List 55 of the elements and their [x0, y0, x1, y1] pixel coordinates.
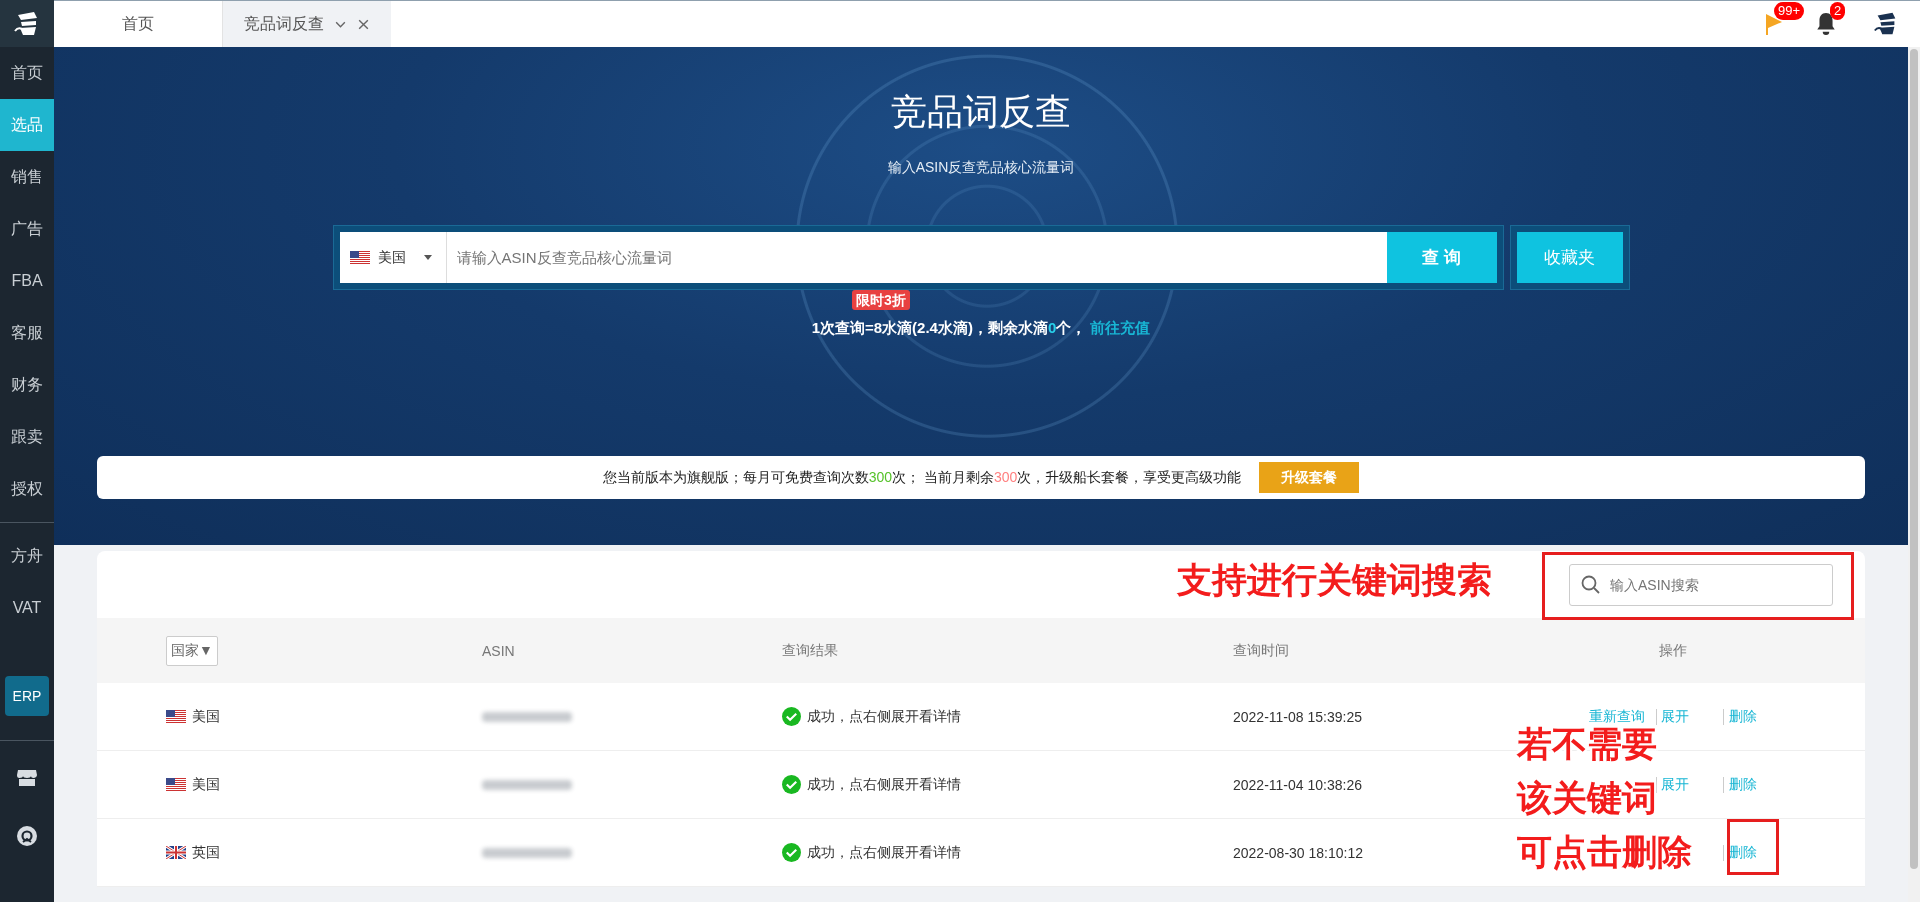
notification-badge: 99+ — [1774, 2, 1805, 20]
column-header: ASIN — [482, 642, 515, 659]
us-flag-icon — [166, 710, 186, 723]
sidebar-item[interactable]: FBA — [0, 255, 54, 307]
country-select[interactable]: 美国 — [339, 232, 447, 283]
check-circle-icon — [782, 843, 801, 862]
country-filter[interactable]: 国家▼ — [166, 635, 218, 666]
sidebar-item[interactable]: 跟卖 — [0, 411, 54, 463]
check-circle-icon — [782, 775, 801, 794]
table-cell: 成功，点右侧展开看详情 — [807, 843, 961, 862]
us-flag-icon — [349, 251, 370, 264]
page-subtitle: 输入ASIN反查竞品核心流量词 — [887, 159, 1075, 177]
asin-search-field[interactable]: 输入ASIN搜索 — [1569, 563, 1833, 606]
highlight-frame — [1727, 819, 1779, 875]
table-cell: 美国 — [192, 707, 220, 726]
table-cell: 英国 — [192, 843, 220, 862]
recharge-link[interactable]: 前往充值 — [1090, 319, 1151, 338]
page-title: 竞品词反查 — [891, 90, 1071, 134]
table-cell: 2022-11-04 10:38:26 — [1233, 776, 1362, 793]
annotation-text: 若不需要 — [1517, 723, 1657, 765]
sidebar-item[interactable]: 客服 — [0, 307, 54, 359]
sidebar-item[interactable]: 首页 — [0, 47, 54, 99]
discount-badge: 限时3折 — [852, 290, 910, 310]
table-cell: 成功，点右侧展开看详情 — [807, 775, 961, 794]
annotation-text: 可点击删除 — [1517, 831, 1692, 873]
query-cost-note: 1次查询=8水滴(2.4水滴)，剩余水滴0个， — [811, 319, 1087, 338]
annotation-text: 支持进行关键词搜索 — [1177, 559, 1492, 601]
table-cell: 2022-08-30 18:10:12 — [1233, 844, 1363, 861]
asin-input-field[interactable]: 请输入ASIN反查竞品核心流量词 — [446, 232, 1387, 283]
sidebar-item[interactable]: 授权 — [0, 463, 54, 515]
sidebar-item[interactable]: VAT — [0, 582, 54, 634]
table-cell: 美国 — [192, 775, 220, 794]
scrollbar[interactable] — [1908, 47, 1920, 902]
search-icon — [1581, 574, 1601, 595]
table-cell: 2022-11-08 15:39:25 — [1233, 708, 1362, 725]
annotation-text: 该关键词 — [1517, 777, 1657, 819]
column-header: 操作 — [1659, 641, 1687, 658]
caret-icon — [423, 255, 432, 260]
support-icon[interactable] — [15, 824, 39, 848]
sidebar-item[interactable]: 广告 — [0, 203, 54, 255]
sidebar-item[interactable]: 财务 — [0, 359, 54, 411]
close-icon[interactable] — [357, 17, 370, 31]
table-cell: 成功，点右侧展开看详情 — [807, 707, 961, 726]
page-tab[interactable]: 竞品词反查 — [223, 1, 391, 47]
uk-flag-icon — [166, 846, 186, 859]
check-circle-icon — [782, 707, 801, 726]
us-flag-icon — [166, 778, 186, 791]
erp-button[interactable]: ERP — [5, 676, 49, 716]
notification-badge: 2 — [1830, 2, 1846, 20]
column-header: 查询结果 — [782, 641, 838, 658]
sidebar-item[interactable]: 方舟 — [0, 530, 54, 582]
column-header: 查询时间 — [1233, 641, 1289, 658]
country-label: 美国 — [377, 248, 406, 267]
sidebar-item[interactable]: 销售 — [0, 151, 54, 203]
plan-notice-text: 您当前版本为旗舰版；每月可免费查询次数300次； 当前月剩余300次，升级船长套餐，享受更高级功能 — [602, 468, 1242, 487]
